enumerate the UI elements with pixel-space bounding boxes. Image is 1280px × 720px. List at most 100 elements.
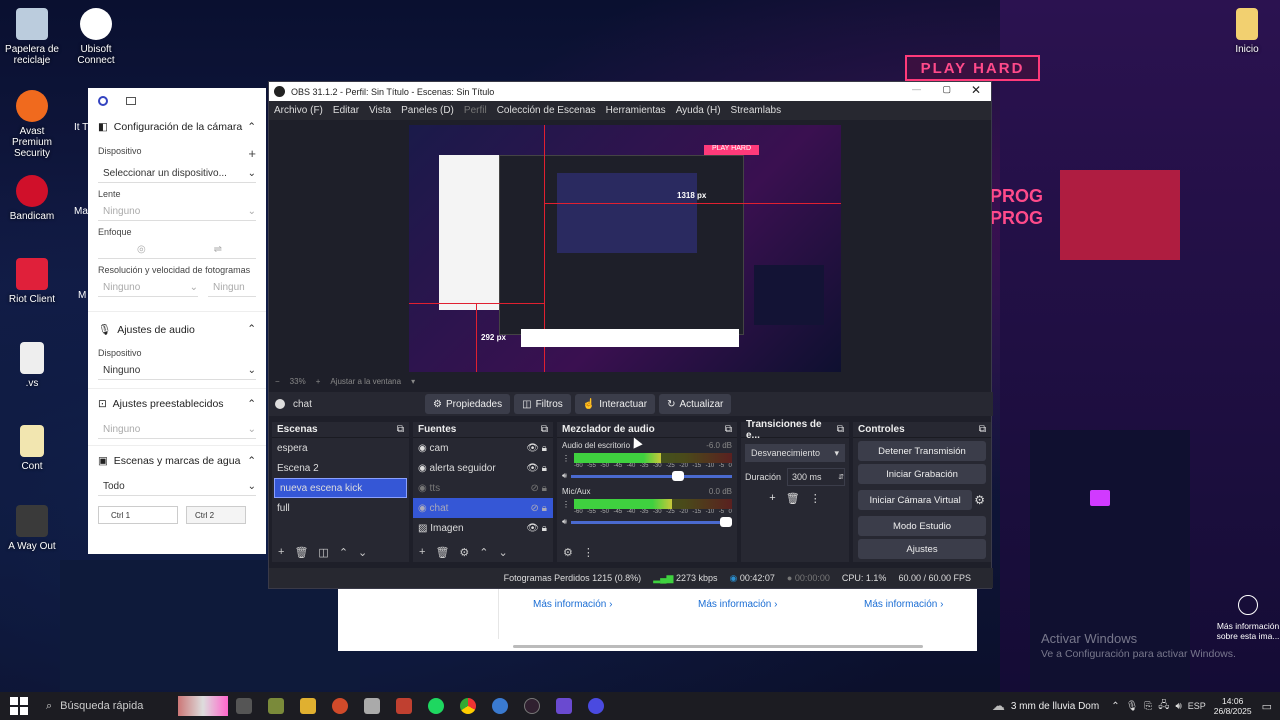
down-icon[interactable]: ⌄ bbox=[499, 546, 508, 559]
trash-icon[interactable]: 🗑︎ bbox=[435, 546, 449, 559]
menu-dots-icon[interactable]: ⋮ bbox=[562, 500, 570, 509]
zoom-out-icon[interactable]: − bbox=[275, 377, 280, 386]
source-item[interactable]: ▨ Imagen 👁︎ 🔒︎ bbox=[413, 518, 553, 538]
resolution-select[interactable]: Ninguno ⌄ bbox=[98, 279, 198, 297]
eye-icon[interactable]: 👁︎ bbox=[526, 463, 539, 474]
settings-button[interactable]: Ajustes bbox=[858, 539, 986, 559]
lock-icon[interactable]: 🔒︎ bbox=[542, 483, 547, 494]
volume-icon[interactable]: 🔊︎ bbox=[1175, 701, 1181, 712]
interact-button[interactable]: ☝ Interactuar bbox=[574, 394, 656, 414]
chevron-up-icon[interactable]: ⌃ bbox=[1111, 701, 1119, 712]
horizontal-scrollbar[interactable] bbox=[513, 645, 923, 648]
desktop-icon-cont[interactable]: Cont bbox=[0, 425, 64, 472]
desktop-icon-ubisoft[interactable]: Ubisoft Connect bbox=[64, 8, 128, 66]
undock-icon[interactable]: ⧉ bbox=[541, 424, 548, 435]
gear-icon[interactable]: ⚙ bbox=[974, 493, 985, 507]
usb-icon[interactable]: ⎘ bbox=[1144, 701, 1152, 712]
section-scenes-watermarks[interactable]: ▣ Escenas y marcas de agua ⌃ bbox=[88, 448, 266, 474]
start-virtual-camera-button[interactable]: Iniciar Cámara Virtual bbox=[858, 490, 973, 510]
file-explorer-icon[interactable] bbox=[300, 698, 316, 714]
eye-icon[interactable]: 👁︎ bbox=[526, 523, 539, 534]
browser-icon[interactable] bbox=[492, 698, 508, 714]
more-info-link[interactable]: Más información › bbox=[864, 599, 943, 610]
more-info-link[interactable]: Más información › bbox=[533, 599, 612, 610]
spin-icon[interactable]: ⇵ bbox=[838, 473, 844, 481]
menu-dots-icon[interactable]: ⋮ bbox=[583, 546, 594, 559]
source-item-selected[interactable]: ◉ chat ⊘ 🔒︎ bbox=[413, 498, 553, 518]
scene-item-selected[interactable]: nueva escena kick bbox=[274, 478, 407, 498]
recorder-icon[interactable] bbox=[332, 698, 348, 714]
menu-dots-icon[interactable]: ⋮ bbox=[562, 454, 570, 463]
filters-button[interactable]: ◫ Filtros bbox=[514, 394, 571, 414]
zoom-in-icon[interactable]: + bbox=[316, 377, 321, 386]
weather-text[interactable]: 3 mm de lluvia Dom bbox=[1011, 701, 1099, 712]
desktop-icon-avast[interactable]: Avast Premium Security bbox=[0, 90, 64, 159]
undock-icon[interactable]: ⧉ bbox=[837, 424, 844, 435]
weather-icon[interactable]: ☁ bbox=[992, 698, 1005, 714]
add-icon[interactable]: + bbox=[278, 546, 284, 558]
lock-icon[interactable]: 🔒︎ bbox=[542, 523, 547, 534]
plus-icon[interactable]: + bbox=[248, 146, 256, 161]
eye-hidden-icon[interactable]: ⊘ bbox=[531, 483, 539, 494]
focus-controls[interactable]: ◎ ⇌ bbox=[98, 241, 256, 259]
desktop-icon-bandicam[interactable]: Bandicam bbox=[0, 175, 64, 222]
trash-icon[interactable]: 🗑︎ bbox=[786, 492, 800, 505]
clock[interactable]: 14:06 26/8/2025 bbox=[1214, 696, 1252, 716]
app-icon[interactable] bbox=[556, 698, 572, 714]
section-camera-config[interactable]: ◧ Configuración de la cámara ⌃ bbox=[88, 114, 266, 140]
more-info-link[interactable]: Más información › bbox=[698, 599, 777, 610]
studio-mode-button[interactable]: Modo Estudio bbox=[858, 516, 986, 536]
desktop-icon-recycle-bin[interactable]: Papelera de reciclaje bbox=[0, 8, 64, 66]
speaker-icon[interactable]: 🔊︎ bbox=[562, 517, 567, 527]
scene-item[interactable]: espera bbox=[272, 438, 409, 458]
preset-select[interactable]: Ninguno ⌄ bbox=[98, 421, 256, 439]
source-item[interactable]: ◉ cam 👁︎ 🔒︎ bbox=[413, 438, 553, 458]
fit-to-window[interactable]: Ajustar a la ventana bbox=[330, 377, 401, 386]
maximize-icon[interactable]: ▢ bbox=[942, 84, 951, 95]
gear-icon[interactable]: ⚙ bbox=[459, 546, 469, 559]
chevron-down-icon[interactable]: ▾ bbox=[411, 377, 415, 386]
scene-hotkey-1[interactable]: Ctrl 1 bbox=[98, 506, 178, 524]
spotify-icon[interactable] bbox=[428, 698, 444, 714]
filter-icon[interactable]: ◫ bbox=[318, 546, 328, 559]
trash-icon[interactable]: 🗑︎ bbox=[294, 546, 308, 559]
start-recording-button[interactable]: Iniciar Grabación bbox=[858, 464, 986, 484]
record-icon[interactable] bbox=[98, 96, 108, 106]
eye-hidden-icon[interactable]: ⊘ bbox=[531, 503, 539, 514]
desktop-icon-riot[interactable]: Riot Client bbox=[0, 258, 64, 305]
menu-paneles[interactable]: Paneles (D) bbox=[396, 105, 459, 116]
notifications-icon[interactable]: ▭ bbox=[1262, 700, 1272, 713]
eye-icon[interactable]: 👁︎ bbox=[526, 443, 539, 454]
duration-input[interactable]: 300 ms ⇵ bbox=[787, 468, 845, 486]
add-icon[interactable]: + bbox=[419, 546, 425, 558]
source-item[interactable]: ◉ tts ⊘ 🔒︎ bbox=[413, 478, 553, 498]
undock-icon[interactable]: ⧉ bbox=[979, 424, 986, 435]
more-info-desktop[interactable]: Más información sobre esta ima... bbox=[1216, 595, 1280, 641]
menu-streamlabs[interactable]: Streamlabs bbox=[726, 105, 787, 116]
network-icon[interactable]: 🖧 bbox=[1158, 698, 1169, 715]
slider-handle[interactable] bbox=[671, 470, 684, 481]
scene-item[interactable]: full bbox=[272, 498, 409, 518]
properties-button[interactable]: ⚙ Propiedades bbox=[425, 394, 511, 414]
down-icon[interactable]: ⌄ bbox=[358, 546, 367, 559]
menu-herramientas[interactable]: Herramientas bbox=[601, 105, 671, 116]
speaker-icon[interactable]: 🔊︎ bbox=[562, 471, 567, 481]
volume-slider[interactable] bbox=[571, 516, 732, 527]
transition-select[interactable]: Desvanecimiento ▾ bbox=[745, 444, 845, 462]
menu-perfil[interactable]: Perfil bbox=[459, 105, 492, 116]
scene-item[interactable]: Escena 2 bbox=[272, 458, 409, 478]
app-icon[interactable] bbox=[588, 698, 604, 714]
chrome-icon[interactable] bbox=[460, 698, 476, 714]
fps-select[interactable]: Ningun bbox=[208, 279, 256, 297]
section-audio[interactable]: 🎙︎ Ajustes de audio ⌃ bbox=[88, 316, 266, 342]
app-icon[interactable] bbox=[364, 698, 380, 714]
obs-titlebar[interactable]: OBS 31.1.2 - Perfil: Sin Título - Escena… bbox=[269, 82, 991, 101]
undock-icon[interactable]: ⧉ bbox=[725, 424, 732, 435]
desktop-icon-vs[interactable]: .vs bbox=[0, 342, 64, 389]
menu-editar[interactable]: Editar bbox=[328, 105, 364, 116]
refresh-button[interactable]: ↻ Actualizar bbox=[659, 394, 732, 414]
menu-vista[interactable]: Vista bbox=[364, 105, 396, 116]
section-presets[interactable]: ⊡ Ajustes preestablecidos ⌃ bbox=[88, 391, 266, 417]
volume-slider[interactable] bbox=[571, 470, 732, 481]
lock-icon[interactable]: 🔒︎ bbox=[542, 503, 547, 514]
